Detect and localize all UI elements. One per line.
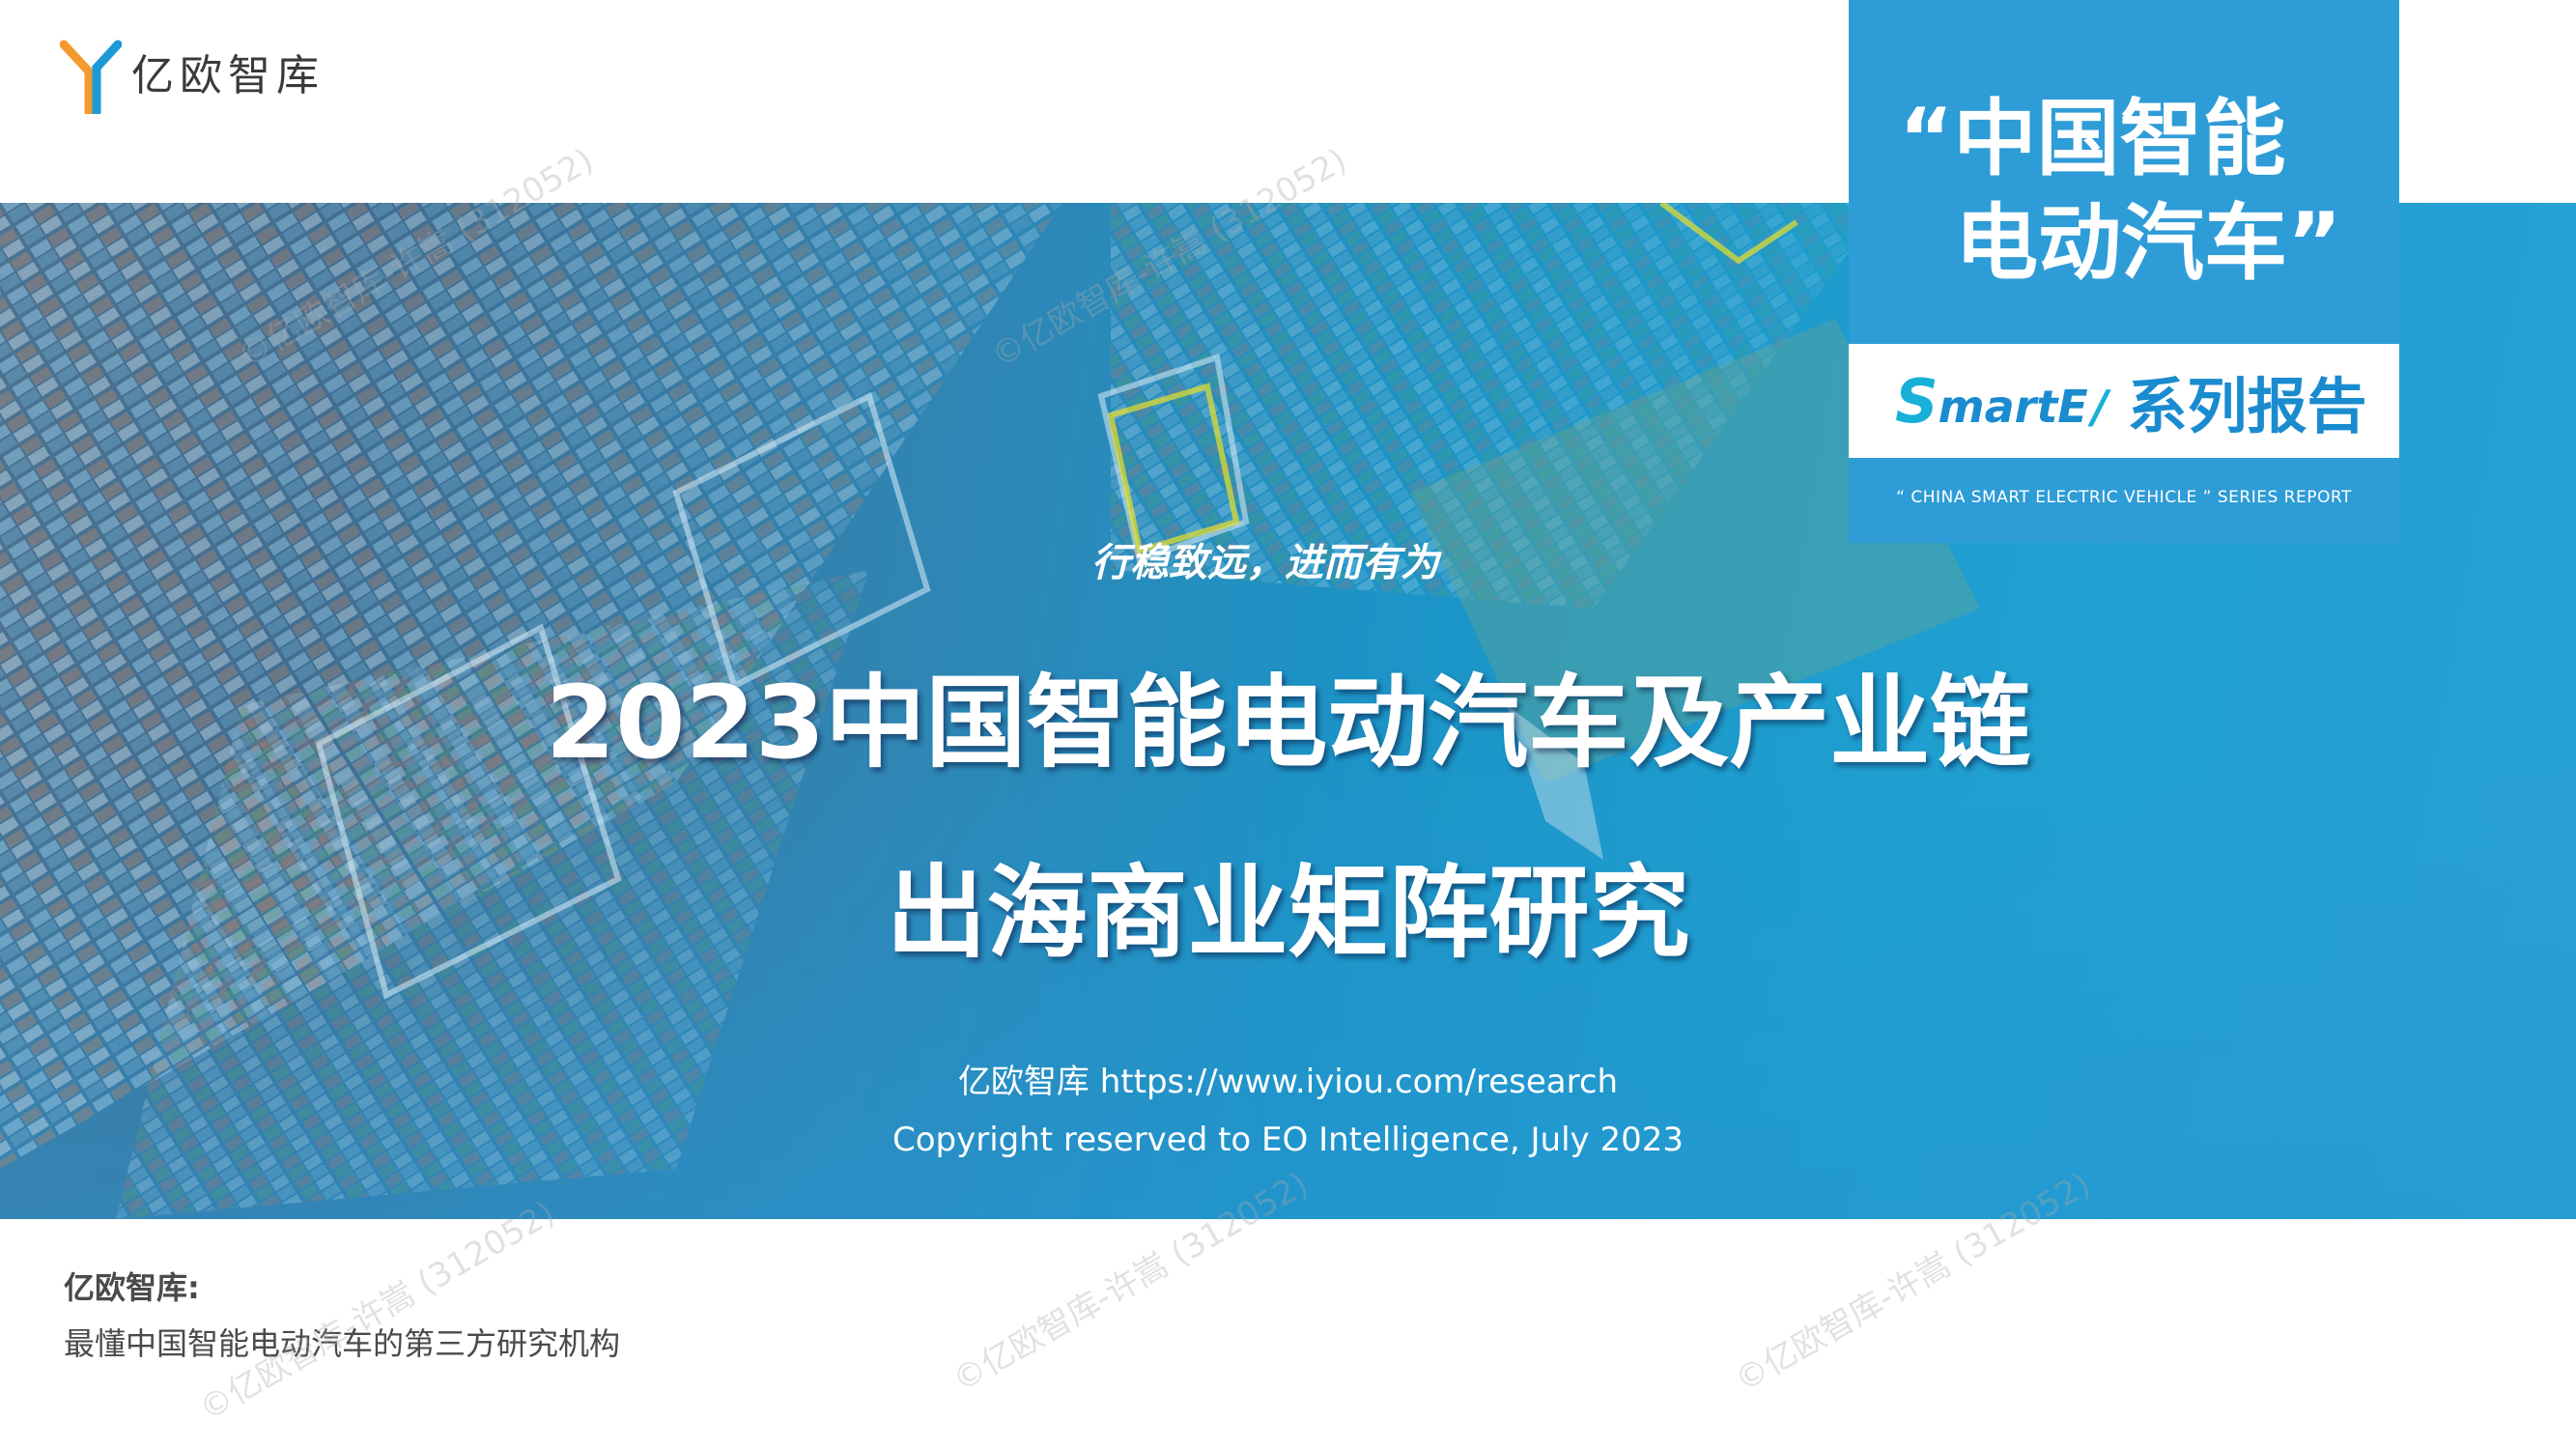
copyright-text: Copyright reserved to EO Intelligence, J… <box>892 1121 1684 1159</box>
series-title: “中国智能 电动汽车” <box>1849 87 2399 296</box>
research-url: 亿欧智库 https://www.iyiou.com/research <box>957 1063 1619 1101</box>
series-title-line2: 电动汽车” <box>1955 195 2342 292</box>
watermark: ©亿欧智库-许嵩 (312052) <box>192 1193 562 1430</box>
smart-e-logo-text: martE <box>1938 380 2088 433</box>
series-english-subtitle: “ CHINA SMART ELECTRIC VEHICLE ” SERIES … <box>1896 488 2352 507</box>
smart-e-logo-s: S <box>1895 365 1939 437</box>
smart-e-logo: S martE / <box>1895 366 2109 437</box>
series-report-box: “中国智能 电动汽车” S martE / 系列报告 “ CHINA SMART… <box>1849 0 2399 543</box>
brand-logo: 亿欧智库 <box>60 39 325 114</box>
smart-e-logo-slash: / <box>2091 380 2109 433</box>
cover-title-line1: 2023中国智能电动汽车及产业链 <box>545 664 2031 781</box>
series-title-line1: “中国智能 <box>1899 91 2286 187</box>
footer-org-name: 亿欧智库: <box>64 1269 200 1306</box>
cover-title-line2: 出海商业矩阵研究 <box>886 854 1690 972</box>
series-label: 系列报告 <box>2127 371 2367 441</box>
cover-tagline: 行稳致远，进而有为 <box>1091 541 1439 585</box>
brand-name: 亿欧智库 <box>131 51 325 100</box>
yiou-logo-icon <box>60 40 122 114</box>
smart-e-band: S martE / 系列报告 <box>1849 344 2399 458</box>
